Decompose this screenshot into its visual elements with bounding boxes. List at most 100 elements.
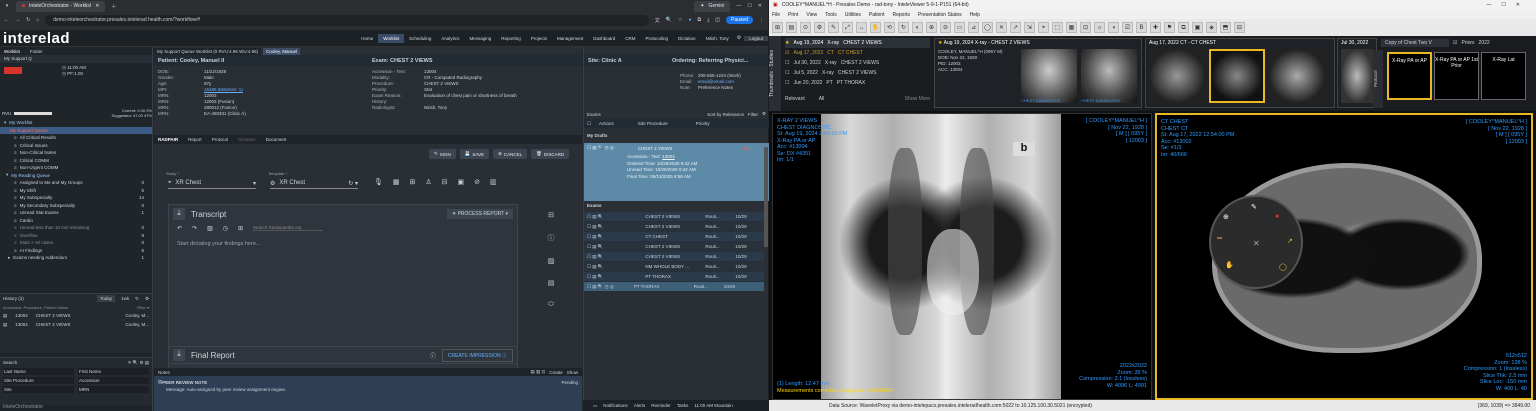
menu-print[interactable]: Print — [788, 12, 798, 18]
tab-worklist[interactable]: Worklist — [4, 49, 20, 54]
iv-tool-icon[interactable]: ◯ — [982, 22, 993, 33]
study-select[interactable]: ⌖ XR Chest ▾ — [168, 178, 256, 189]
downloads-icon[interactable]: ⤓ — [707, 17, 709, 23]
book-icon[interactable]: ▥ — [490, 178, 497, 186]
create-note-button[interactable]: Create — [549, 370, 563, 375]
ct-thumb-2[interactable] — [1209, 49, 1265, 103]
nav-analytics[interactable]: Analytics — [436, 36, 464, 41]
nav-scheduling[interactable]: Scheduling — [404, 36, 436, 41]
notifications-button[interactable]: Notifications — [603, 403, 628, 408]
peer-review-note[interactable]: ▤ PEER REVIEW NOTE Pending Message: Auto-… — [154, 376, 582, 411]
nav-management[interactable]: Management — [552, 36, 588, 41]
nav-protocoling[interactable]: Protocoling — [641, 36, 674, 41]
create-impression-button[interactable]: CREATE IMPRESSION ⓘ — [441, 348, 513, 362]
checkbox-icon[interactable]: ☑ — [785, 50, 789, 56]
iv-tool-icon[interactable]: ✋ — [870, 22, 881, 33]
jul-thumb[interactable] — [1341, 49, 1373, 103]
menu-presentation-states[interactable]: Presentation States — [918, 12, 962, 18]
radiopaedia-search-input[interactable]: Search Radiopaedia.org — [253, 225, 324, 231]
maximize-icon[interactable]: ☐ — [747, 3, 751, 9]
nav-projects[interactable]: Projects — [526, 36, 552, 41]
gemini-button[interactable]: ✦ Gemini — [694, 0, 731, 12]
iv-tool-icon[interactable]: ⊡ — [1080, 22, 1091, 33]
ct-viewport[interactable]: ✕ ✎ ● ↗ ◯ ⊕ ═ ✋ CT CHEST CHEST CT St: Aug … — [1155, 113, 1533, 400]
iv-tool-icon[interactable]: B — [1136, 22, 1147, 33]
tab-dictation[interactable]: Dictation — [238, 137, 256, 142]
site-procedure-field[interactable]: Site Procedure — [3, 377, 74, 384]
iv-tool-icon[interactable]: ◈ — [1206, 22, 1217, 33]
refresh-icon[interactable]: ↻ ▾ — [348, 180, 358, 187]
new-tab-icon[interactable]: ＋ — [111, 3, 116, 10]
settings-icon[interactable]: ⚙ — [734, 35, 744, 41]
close-icon[interactable]: ✕ 🔍 ⚙ ▤ — [128, 360, 149, 366]
iv-tool-icon[interactable]: ↻ — [898, 22, 909, 33]
site-field[interactable]: Site — [3, 386, 74, 393]
nav-reporting[interactable]: Reporting — [496, 36, 526, 41]
ban-icon[interactable]: ⊘ — [474, 178, 480, 186]
refresh-icon[interactable]: ↻ — [135, 296, 139, 302]
tree-item-selected[interactable]: My Support Queue — [0, 126, 152, 134]
chat-icon[interactable]: ▭ — [593, 403, 597, 409]
tree-item[interactable]: ▾ My Worklist — [0, 119, 152, 127]
tree-item[interactable]: ▾ My Reading Queue — [0, 172, 152, 180]
tab-protocol[interactable]: Protocol — [212, 137, 229, 142]
clock-icon[interactable]: ◷ — [223, 225, 228, 232]
protocol-sidebar-tab[interactable]: Protocol — [1373, 50, 1383, 108]
tree-item[interactable]: ▸ Exams needing Addendum 1 — [0, 254, 152, 262]
settings-icon[interactable]: ⚙ — [145, 296, 149, 302]
email-link[interactable]: email@email.com — [698, 79, 734, 84]
microphone-icon[interactable]: 🎙 — [374, 178, 383, 186]
split-view-icon[interactable]: ◫ — [715, 17, 720, 23]
checkbox-icon[interactable]: ☐ — [785, 70, 789, 76]
iv-tool-icon[interactable]: ▦ — [1066, 22, 1077, 33]
tab-patient[interactable]: Cooley, Manuel — [263, 47, 301, 55]
priors-checkbox[interactable]: ☑ — [1453, 40, 1457, 46]
xray-viewport[interactable]: X-RAY 2 VIEWS CHEST DIAGNOSTIC St: Aug 19,… — [772, 113, 1152, 400]
ct-thumb-1[interactable] — [1149, 49, 1205, 103]
history-week-filter[interactable]: 1wk — [121, 296, 129, 301]
close-tab-icon[interactable]: ✕ — [95, 3, 99, 9]
history-row[interactable]: ▤ 13004 CHEST 2 VIEWS Cooley, M... — [0, 311, 152, 320]
nav-dictation[interactable]: Dictation — [673, 36, 701, 41]
menu-reports[interactable]: Reports — [892, 12, 910, 18]
alerts-button[interactable]: Alerts — [634, 403, 646, 408]
iv-tool-icon[interactable]: ◐ — [912, 22, 923, 33]
exam-row[interactable]: ☐ ▤ 🔍 CT CHEST Routi... 10/29 — [584, 232, 764, 242]
show-notes-button[interactable]: Show — [567, 370, 578, 375]
person-icon[interactable]: ♙ — [425, 178, 431, 186]
extension-icon[interactable]: ● — [688, 17, 691, 23]
redo-icon[interactable]: ↷ — [192, 225, 197, 232]
actions-dropdown[interactable]: Actions — [599, 121, 614, 126]
hand-icon[interactable]: ✋ — [1225, 261, 1234, 269]
first-name-field[interactable]: First Name — [78, 368, 149, 375]
minimize-icon[interactable]: — — [736, 3, 741, 9]
all-filter[interactable]: All — [819, 96, 825, 102]
paused-profile-button[interactable]: Paused — [726, 16, 753, 24]
show-more-button[interactable]: Show More — [905, 96, 930, 102]
iv-tool-icon[interactable]: ↔ — [856, 22, 867, 33]
nav-home[interactable]: Home — [356, 36, 378, 41]
tree-item[interactable]: ≡ Cardio — [0, 217, 152, 225]
iv-tool-icon[interactable]: ⬚ — [1052, 22, 1063, 33]
translate-icon[interactable]: 文 — [655, 17, 660, 24]
logout-button[interactable]: Logout — [744, 35, 768, 41]
exam-row-selected[interactable]: ☐ ▤ 🔍 ◷ ◎ PT THORAX Routi... 10/29 — [584, 282, 764, 292]
tree-item[interactable]: ≡ Stats > 10 cases 0 — [0, 239, 152, 247]
zoom-icon[interactable]: 🔍 — [666, 17, 672, 23]
mpi-link[interactable]: 15485 (Matches: 1) — [204, 87, 243, 92]
menu-tools[interactable]: Tools — [825, 12, 837, 18]
iv-tool-icon[interactable]: ⚑ — [1164, 22, 1175, 33]
download-icon[interactable]: ⤓ — [173, 208, 185, 220]
iv-tool-icon[interactable]: ✕ — [996, 22, 1007, 33]
thumbnail-lat[interactable]: CHEST DIAGNOSTIC — [1081, 49, 1137, 103]
template-select[interactable]: ⚙ XR Chest ↻ ▾ — [270, 178, 358, 189]
menu-file[interactable]: File — [772, 12, 780, 18]
grid-icon[interactable]: ⊞ — [410, 178, 416, 186]
iv-tool-icon[interactable]: ⊿ — [968, 22, 979, 33]
exam-row[interactable]: ☐ ▤ 🔍 CHEST 2 VIEWS Routi... 10/29 — [584, 212, 764, 222]
thumbnail-pa[interactable]: CHEST DIAGNOSTIC — [1021, 49, 1077, 103]
tree-item[interactable]: ≡ Non-Critical Notes — [0, 149, 152, 157]
reload-icon[interactable]: ↻ — [26, 17, 30, 23]
exam-row[interactable]: ☐ ▤ 🔍 CHEST 2 VIEWS Routi... 10/29 — [584, 242, 764, 252]
prior-jul-card[interactable]: Jul 30, 2022 — [1337, 38, 1377, 108]
